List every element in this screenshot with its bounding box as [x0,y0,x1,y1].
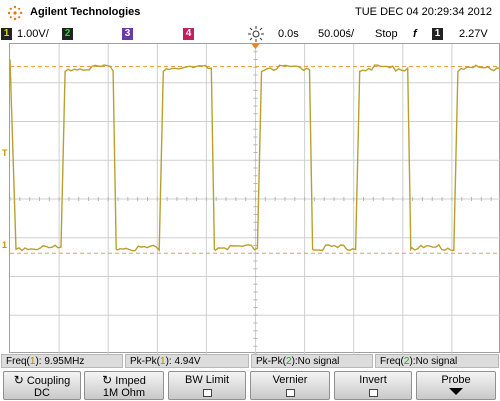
softkey-label: Coupling [26,375,71,387]
trigger-level: 2.27V [459,28,488,40]
brand-name: Agilent Technologies [30,6,141,18]
run-state: Stop [375,28,398,40]
channel-4-badge[interactable]: 4 [183,28,194,40]
measurement-pkpk-ch2: Pk-Pk(2):No signal [251,354,373,368]
vernier-checkbox[interactable] [285,389,295,397]
channel-1-badge[interactable]: 1 [1,28,12,40]
measurement-bar: Freq(1): 9.95MHz Pk-Pk(1): 4.94V Pk-Pk(2… [0,354,500,368]
measurement-freq-ch2: Freq(2):No signal [375,354,499,368]
softkey-menu: ↻ Coupling DC ↻ Imped 1M Ohm BW Limit Ve… [0,369,500,401]
rotate-knob-icon: ↻ [102,373,113,387]
graticule [10,44,500,354]
channel-2-badge[interactable]: 2 [62,28,73,40]
vernier-softkey[interactable]: Vernier [250,371,330,400]
rotate-knob-icon: ↻ [13,373,24,387]
time-scale: 50.00ś/ [318,28,355,40]
invert-checkbox[interactable] [368,389,378,397]
trigger-source-badge: 1 [432,28,443,40]
bw-limit-softkey[interactable]: BW Limit [168,371,246,400]
softkey-label: Probe [441,374,471,386]
time-delay: 0.0s [278,28,299,40]
probe-softkey[interactable]: Probe [416,371,496,400]
measurement-label: Pk-Pk( [256,356,286,367]
channel-1-scale: 1.00V/ [17,28,49,40]
trigger-position-marker [251,44,260,49]
softkey-label: Invert [359,374,387,386]
coupling-softkey[interactable]: ↻ Coupling DC [3,371,81,400]
title-bar: Agilent Technologies TUE DEC 04 20:29:34… [0,0,500,26]
impedance-softkey[interactable]: ↻ Imped 1M Ohm [84,371,164,400]
waveform-display[interactable] [9,43,500,354]
measurement-value: ): 4.94V [165,356,201,367]
softkey-value: DC [34,387,50,399]
measurement-value: ):No signal [291,356,340,367]
date-time: TUE DEC 04 20:29:34 2012 [355,6,492,18]
softkey-value: 1M Ohm [102,387,146,399]
trigger-level-marker: T [2,148,8,158]
trigger-edge-icon: f [413,28,417,40]
time-reference-icon [248,26,264,42]
measurement-freq-ch1: Freq(1): 9.95MHz [1,354,123,368]
softkey-label: Vernier [272,374,308,386]
invert-softkey[interactable]: Invert [334,371,412,400]
softkey-label: BW Limit [185,374,229,386]
measurement-value: ): 9.95MHz [35,356,85,367]
measurement-label: Freq( [380,356,404,367]
measurement-label: Pk-Pk( [130,356,160,367]
bw-limit-checkbox[interactable] [202,389,212,397]
channel-1-ground-marker: 1 [2,240,8,250]
channel-status-bar: 1 1.00V/ 2 3 4 0.0s 50.00ś/ Stop f 1 2.2… [0,26,500,42]
softkey-label: Imped [115,375,146,387]
measurement-pkpk-ch1: Pk-Pk(1): 4.94V [125,354,249,368]
arrow-down-icon [449,388,463,395]
channel-3-badge[interactable]: 3 [122,28,133,40]
measurement-label: Freq( [6,356,30,367]
measurement-value: ):No signal [409,356,458,367]
agilent-logo-icon [7,5,23,21]
